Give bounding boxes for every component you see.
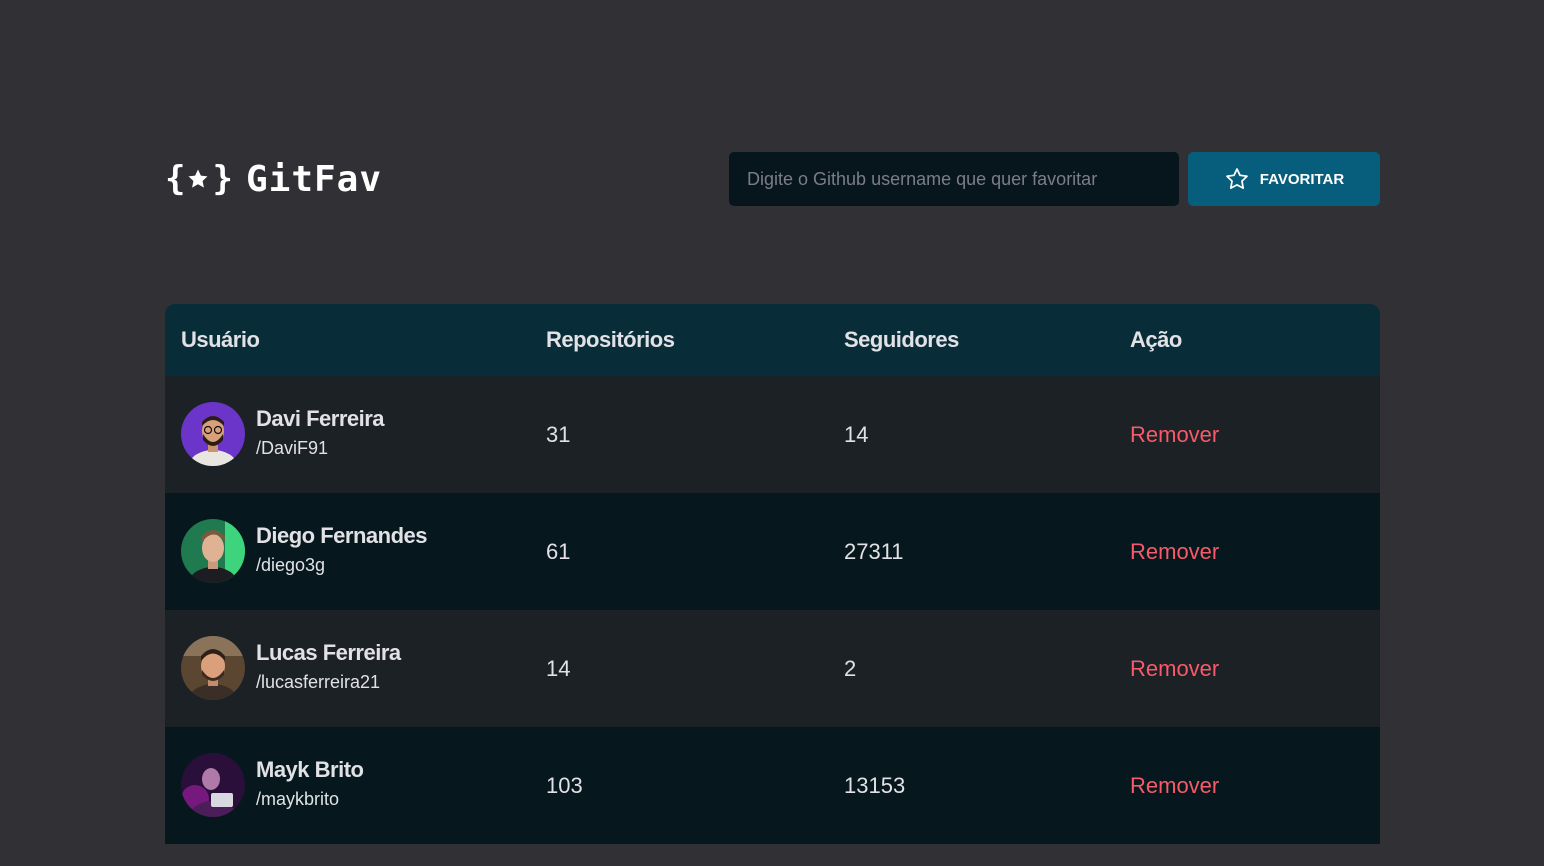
table-row: Diego Fernandes /diego3g 61 27311 Remove…	[165, 493, 1380, 610]
favorites-table: Usuário Repositórios Seguidores Ação Dav…	[165, 304, 1380, 844]
star-outline-icon	[1225, 168, 1248, 189]
table-row: Lucas Ferreira /lucasferreira21 14 2 Rem…	[165, 610, 1380, 727]
user-name: Lucas Ferreira	[256, 640, 401, 665]
user-login: /diego3g	[256, 555, 326, 575]
search-input[interactable]	[729, 152, 1179, 206]
table-row: Davi Ferreira /DaviF91 31 14 Remover	[165, 376, 1380, 493]
column-header-action: Ação	[1130, 327, 1182, 352]
avatar	[181, 636, 245, 700]
column-header-user: Usuário	[181, 327, 260, 352]
user-login: /maykbrito	[256, 789, 340, 809]
logo: { } GitFav	[165, 152, 382, 206]
followers-count: 13153	[844, 773, 906, 798]
column-header-followers: Seguidores	[844, 327, 959, 352]
user-name: Mayk Brito	[256, 757, 364, 782]
repositories-count: 61	[546, 539, 571, 564]
star-braces-icon: { }	[165, 159, 233, 199]
remove-button[interactable]: Remover	[1130, 493, 1219, 610]
avatar	[181, 519, 245, 583]
remove-button[interactable]: Remover	[1130, 610, 1219, 727]
user-name: Davi Ferreira	[256, 406, 385, 431]
followers-count: 2	[844, 656, 857, 681]
avatar	[181, 753, 245, 817]
followers-count: 27311	[844, 539, 904, 564]
app-header: { } GitFav FAVORITAR	[165, 152, 1380, 206]
user-login: /lucasferreira21	[256, 672, 381, 692]
repositories-count: 103	[546, 773, 583, 798]
table-row: Mayk Brito /maykbrito 103 13153 Remover	[165, 727, 1380, 844]
remove-button[interactable]: Remover	[1130, 376, 1219, 493]
followers-count: 14	[844, 422, 869, 447]
favorite-button[interactable]: FAVORITAR	[1188, 152, 1380, 206]
column-header-repositories: Repositórios	[546, 327, 675, 352]
remove-button[interactable]: Remover	[1130, 727, 1219, 844]
user-login: /DaviF91	[256, 438, 329, 458]
avatar	[181, 402, 245, 466]
app-title: GitFav	[245, 158, 383, 200]
repositories-count: 14	[546, 656, 571, 681]
user-name: Diego Fernandes	[256, 523, 427, 548]
favorite-button-label: FAVORITAR	[1259, 170, 1345, 188]
repositories-count: 31	[546, 422, 571, 447]
table-header: Usuário Repositórios Seguidores Ação	[165, 304, 1380, 376]
